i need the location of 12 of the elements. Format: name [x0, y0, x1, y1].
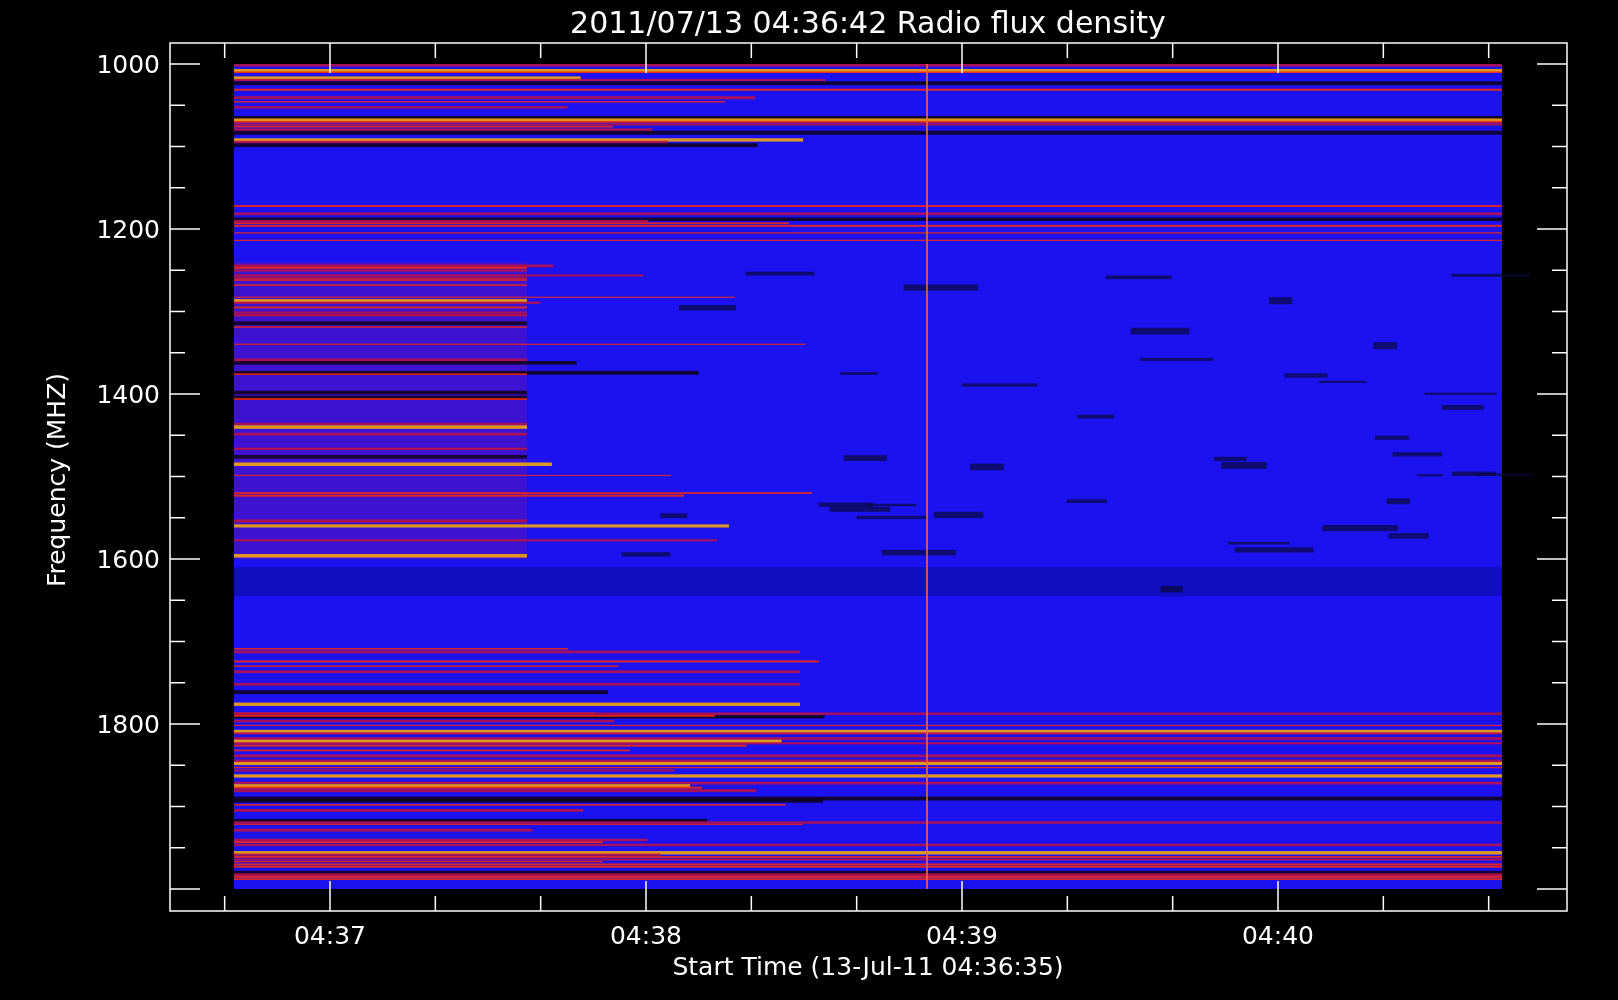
y-axis-title: Frequency (MHZ)	[42, 372, 71, 588]
x-tick-label: 04:40	[1242, 921, 1314, 950]
x-axis-title: Start Time (13-Jul-11 04:36:35)	[672, 952, 1064, 981]
y-tick-label: 1000	[96, 50, 160, 79]
y-tick-label: 1600	[96, 545, 160, 574]
y-tick-label: 1200	[96, 215, 160, 244]
chart-title: 2011/07/13 04:36:42 Radio flux density	[570, 5, 1166, 40]
y-tick-label: 1800	[96, 710, 160, 739]
x-tick-label: 04:37	[294, 921, 366, 950]
y-tick-label: 1400	[96, 380, 160, 409]
x-tick-label: 04:38	[610, 921, 682, 950]
x-tick-label: 04:39	[926, 921, 998, 950]
